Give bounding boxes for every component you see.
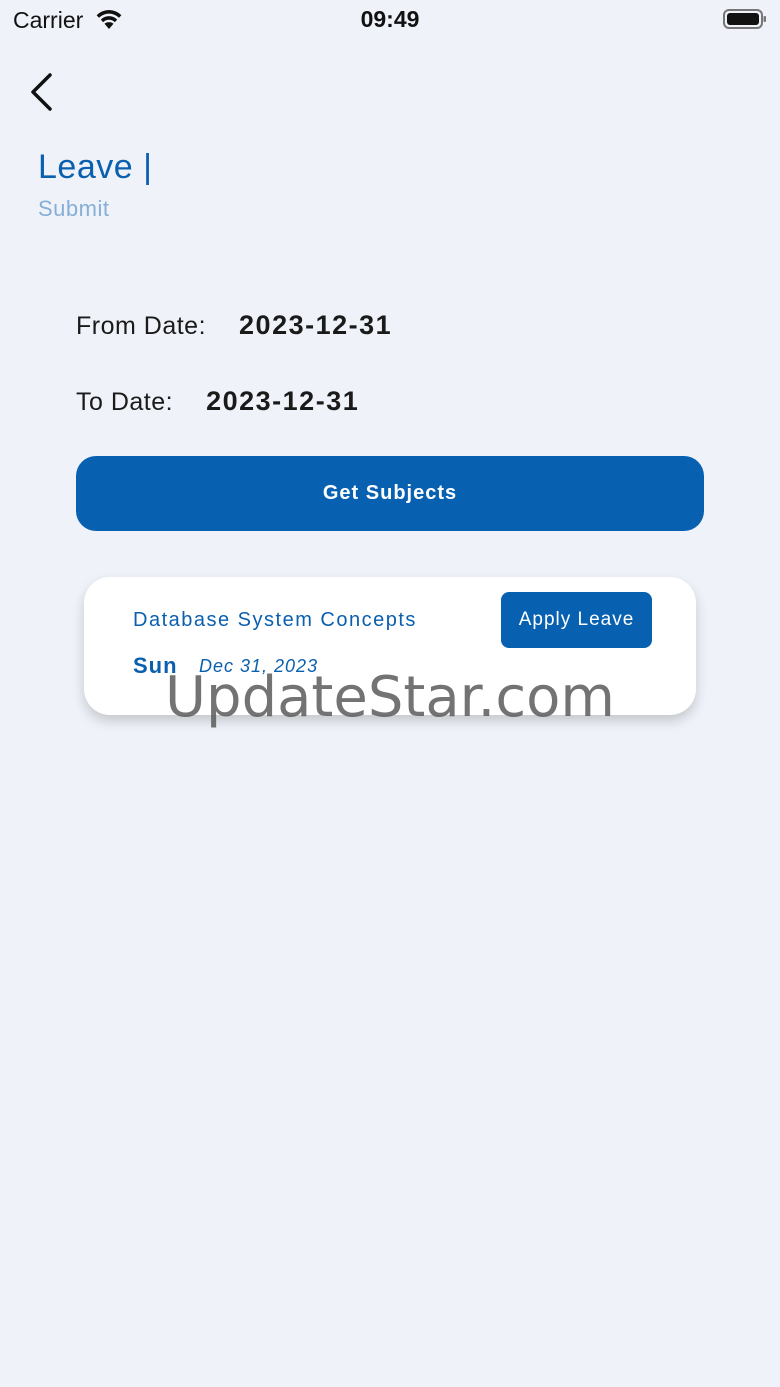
chevron-left-icon [31, 73, 52, 111]
from-date-row[interactable]: From Date: 2023-12-31 [76, 310, 392, 341]
back-button[interactable] [24, 70, 64, 114]
get-subjects-button[interactable]: Get Subjects [76, 456, 704, 531]
subject-date: Dec 31, 2023 [199, 656, 319, 676]
page-title: Leave | [38, 148, 153, 186]
status-time: 09:49 [360, 6, 420, 32]
status-bar: Carrier 09:49 [0, 0, 780, 40]
battery-icon [723, 9, 766, 29]
from-date-label: From Date: [76, 312, 207, 340]
subject-name: Database System Concepts [133, 609, 417, 631]
from-date-value[interactable]: 2023-12-31 [239, 310, 392, 341]
to-date-row[interactable]: To Date: 2023-12-31 [76, 386, 359, 417]
apply-leave-button[interactable]: Apply Leave [501, 592, 652, 648]
leave-screen: Carrier 09:49 Leave | Submit From Date: … [0, 0, 780, 1387]
to-date-label: To Date: [76, 388, 174, 416]
page-subtitle: Submit [38, 196, 110, 221]
to-date-value[interactable]: 2023-12-31 [206, 386, 359, 417]
subject-day: Sun [133, 653, 178, 678]
subject-card: Database System Concepts Sun Dec 31, 202… [84, 577, 696, 715]
